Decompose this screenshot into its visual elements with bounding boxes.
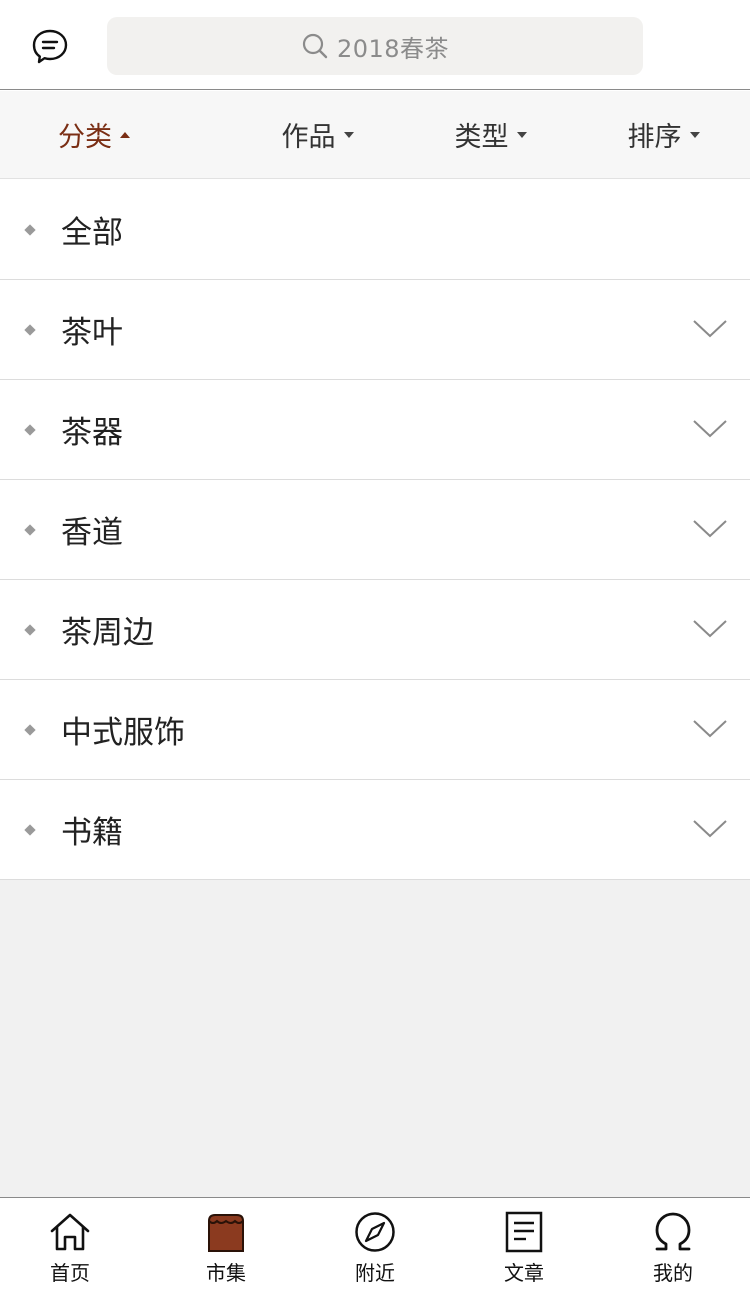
caret-down-icon xyxy=(343,131,354,138)
chat-bubble-icon xyxy=(32,29,68,64)
filter-works-label: 作品 xyxy=(281,122,336,153)
category-item-books[interactable]: 书籍 xyxy=(0,780,750,880)
category-label: 书籍 xyxy=(61,815,123,851)
filter-type[interactable]: 类型 xyxy=(404,91,577,178)
bullet-icon xyxy=(24,824,36,836)
search-input[interactable]: 2018春茶 xyxy=(107,17,643,75)
market-icon xyxy=(203,1211,249,1253)
category-label: 茶器 xyxy=(61,415,123,451)
category-list: 全部 茶叶 茶器 香道 茶周边 中式服饰 书籍 xyxy=(0,180,750,880)
caret-down-icon xyxy=(689,131,700,138)
bullet-icon xyxy=(24,424,36,436)
home-icon xyxy=(47,1211,93,1253)
top-header: 2018春茶 xyxy=(0,0,750,90)
bullet-icon xyxy=(24,524,36,536)
category-label: 全部 xyxy=(61,215,123,251)
compass-icon xyxy=(352,1211,398,1253)
filter-works[interactable]: 作品 xyxy=(231,91,404,178)
message-button[interactable] xyxy=(28,24,72,68)
tab-nearby[interactable]: 附近 xyxy=(325,1198,425,1296)
tab-home[interactable]: 首页 xyxy=(20,1198,120,1296)
filter-category-label: 分类 xyxy=(58,122,112,153)
category-item-tea-ware[interactable]: 茶器 xyxy=(0,380,750,480)
category-item-all[interactable]: 全部 xyxy=(0,180,750,280)
chevron-down-icon[interactable] xyxy=(692,518,728,540)
category-label: 茶叶 xyxy=(61,315,123,351)
filter-bar: 分类 作品 类型 排序 xyxy=(0,91,750,179)
chevron-down-icon[interactable] xyxy=(692,618,728,640)
filter-type-label: 类型 xyxy=(454,122,509,153)
category-item-tea-accessories[interactable]: 茶周边 xyxy=(0,580,750,680)
tab-market-label: 市集 xyxy=(206,1261,246,1285)
tab-profile-label: 我的 xyxy=(653,1261,693,1285)
article-icon xyxy=(501,1211,547,1253)
category-item-chinese-apparel[interactable]: 中式服饰 xyxy=(0,680,750,780)
tab-articles-label: 文章 xyxy=(504,1261,544,1285)
tab-profile[interactable]: 我的 xyxy=(623,1198,723,1296)
chevron-down-icon[interactable] xyxy=(692,718,728,740)
bullet-icon xyxy=(24,224,36,236)
category-item-incense[interactable]: 香道 xyxy=(0,480,750,580)
caret-down-icon xyxy=(516,131,527,138)
category-label: 中式服饰 xyxy=(61,715,185,751)
tab-market[interactable]: 市集 xyxy=(176,1198,276,1296)
tab-home-label: 首页 xyxy=(50,1261,90,1285)
search-icon xyxy=(301,32,329,60)
empty-overlay-area xyxy=(0,880,750,1197)
filter-sort[interactable]: 排序 xyxy=(577,91,750,178)
filter-sort-label: 排序 xyxy=(627,122,682,153)
chevron-down-icon[interactable] xyxy=(692,318,728,340)
bullet-icon xyxy=(24,324,36,336)
chevron-down-icon[interactable] xyxy=(692,818,728,840)
search-placeholder: 2018春茶 xyxy=(336,34,450,63)
category-label: 香道 xyxy=(61,515,123,551)
profile-icon xyxy=(650,1211,696,1253)
category-label: 茶周边 xyxy=(61,615,154,651)
bullet-icon xyxy=(24,724,36,736)
bottom-tab-bar: 首页 市集 附近 文章 我的 xyxy=(0,1197,750,1296)
bullet-icon xyxy=(24,624,36,636)
tab-articles[interactable]: 文章 xyxy=(474,1198,574,1296)
category-item-tea-leaves[interactable]: 茶叶 xyxy=(0,280,750,380)
tab-nearby-label: 附近 xyxy=(355,1261,395,1285)
caret-up-icon xyxy=(120,131,130,138)
filter-category[interactable]: 分类 xyxy=(0,91,231,178)
chevron-down-icon[interactable] xyxy=(692,418,728,440)
